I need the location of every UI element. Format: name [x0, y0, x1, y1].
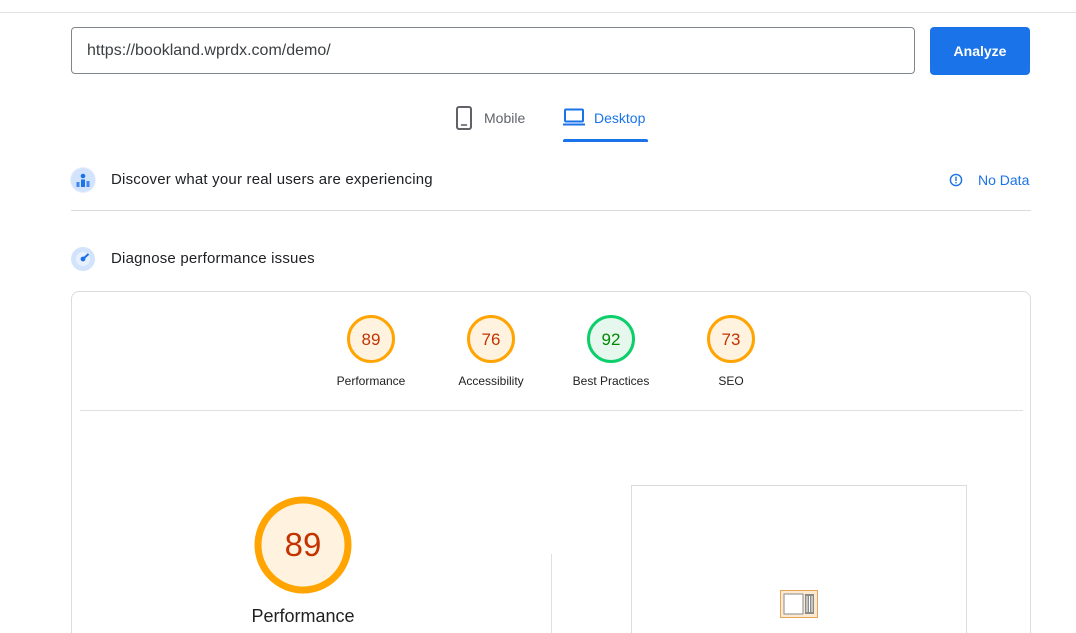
score-value: 92 [602, 330, 621, 349]
score-label: Performance [336, 374, 406, 388]
score-gauge-accessibility[interactable]: 76 Accessibility [441, 314, 541, 388]
users-chart-icon [70, 167, 96, 193]
header-divider [0, 12, 1076, 13]
score-ring: 76 [467, 315, 515, 363]
performance-title: Performance [251, 606, 355, 626]
page-thumbnail-icon [780, 590, 818, 623]
score-value: 73 [722, 330, 741, 349]
tab-desktop[interactable]: Desktop [563, 104, 645, 142]
score-gauge-seo[interactable]: 73 SEO [681, 314, 781, 388]
url-input[interactable] [71, 27, 915, 74]
mobile-phone-icon [455, 106, 473, 133]
pagespeed-page: Analyze Mobile Desktop Discover [0, 0, 1076, 633]
no-data-link[interactable]: No Data [978, 172, 1029, 188]
info-icon [949, 173, 963, 192]
score-label: Accessibility [458, 374, 524, 388]
selected-tab-indicator [563, 139, 648, 142]
performance-score-value: 89 [285, 526, 322, 563]
score-ring: 73 [707, 315, 755, 363]
speedometer-icon [70, 246, 96, 272]
detail-divider [551, 554, 552, 633]
gauges-divider [80, 410, 1023, 411]
analyze-button[interactable]: Analyze [930, 27, 1030, 75]
score-label: Best Practices [572, 374, 650, 388]
score-value: 89 [362, 330, 381, 349]
score-gauge-performance[interactable]: 89 Performance [321, 314, 421, 388]
tab-mobile-label: Mobile [484, 110, 526, 126]
score-label: SEO [718, 374, 744, 388]
score-ring: 89 [347, 315, 395, 363]
tab-desktop-label: Desktop [594, 110, 646, 126]
score-gauge-best-practices[interactable]: 92 Best Practices [561, 314, 661, 388]
lab-data-title: Diagnose performance issues [111, 250, 315, 267]
score-value: 76 [482, 330, 501, 349]
tab-mobile[interactable]: Mobile [455, 104, 525, 142]
laptop-icon [563, 108, 585, 129]
score-ring: 92 [587, 315, 635, 363]
performance-score-gauge: 89 [254, 496, 352, 594]
section-divider [71, 210, 1031, 211]
field-data-title: Discover what your real users are experi… [111, 171, 433, 188]
